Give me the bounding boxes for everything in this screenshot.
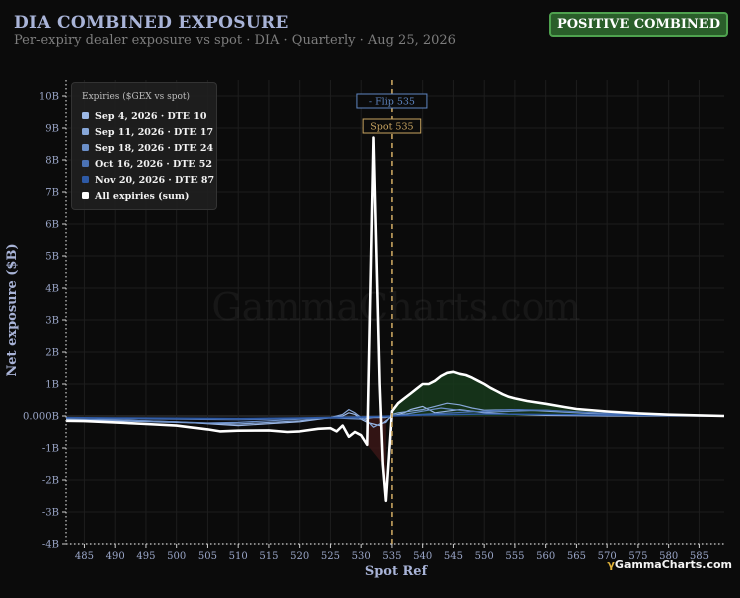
y-tick-label: 9B (45, 124, 59, 135)
y-tick-label: 6B (45, 220, 59, 231)
y-tick-label: 10B (39, 92, 59, 103)
legend-label: Sep 11, 2026 · DTE 17 (95, 127, 214, 138)
watermark: GammaCharts.com (211, 285, 580, 329)
legend-swatch (82, 160, 89, 167)
x-tick-label: 485 (75, 551, 94, 562)
x-tick-label: 520 (290, 551, 309, 562)
y-tick-label: 2B (45, 348, 59, 359)
brand-logo: γGammaCharts.com (607, 558, 732, 571)
x-tick-label: 535 (382, 551, 401, 562)
legend: Expiries ($GEX vs spot) Sep 4, 2026 · DT… (71, 82, 217, 210)
x-tick-label: 540 (413, 551, 432, 562)
y-tick-label: -1B (42, 444, 59, 455)
legend-swatch (82, 192, 89, 199)
x-tick-label: 495 (136, 551, 155, 562)
legend-item-sep11: Sep 11, 2026 · DTE 17 (82, 127, 213, 138)
x-tick-label: 490 (106, 551, 125, 562)
legend-item-sep18: Sep 18, 2026 · DTE 24 (82, 143, 213, 154)
legend-swatch (82, 112, 89, 119)
y-axis-label: Net exposure ($B) (5, 243, 20, 376)
x-tick-label: 530 (352, 551, 371, 562)
legend-label: Oct 16, 2026 · DTE 52 (95, 159, 213, 170)
brand-logo-text: GammaCharts.com (614, 558, 732, 571)
y-tick-label: 7B (45, 188, 59, 199)
x-tick-label: 515 (259, 551, 278, 562)
x-tick-label: 560 (536, 551, 555, 562)
x-tick-label: 550 (475, 551, 494, 562)
spot-label: Spot 535 (370, 122, 413, 133)
x-tick-label: 510 (229, 551, 248, 562)
legend-swatch (82, 144, 89, 151)
y-tick-label: 1B (45, 380, 59, 391)
legend-item-oct16: Oct 16, 2026 · DTE 52 (82, 159, 212, 170)
y-tick-label: -3B (42, 508, 59, 519)
y-tick-label: 3B (45, 316, 59, 327)
legend-label: Sep 4, 2026 · DTE 10 (95, 111, 207, 122)
legend-title: Expiries ($GEX vs spot) (82, 92, 191, 102)
legend-label: Sep 18, 2026 · DTE 24 (95, 143, 214, 154)
y-tick-label: -4B (42, 540, 59, 551)
y-tick-label: 5B (45, 252, 59, 263)
legend-item-sum: All expiries (sum) (82, 191, 189, 202)
x-tick-label: 565 (567, 551, 586, 562)
y-tick-label: 4B (45, 284, 59, 295)
x-tick-label: 555 (505, 551, 524, 562)
y-tick-label: 0.000B (23, 412, 59, 423)
y-tick-label: 8B (45, 156, 59, 167)
gamma-icon: γ (607, 558, 615, 571)
x-tick-label: 500 (167, 551, 186, 562)
legend-swatch (82, 176, 89, 183)
legend-label: Nov 20, 2026 · DTE 87 (95, 175, 215, 186)
x-axis-label: Spot Ref (365, 564, 429, 579)
x-tick-label: 505 (198, 551, 217, 562)
legend-item-nov20: Nov 20, 2026 · DTE 87 (82, 175, 214, 186)
x-tick-label: 525 (321, 551, 340, 562)
legend-swatch (82, 128, 89, 135)
flip-label: - Flip 535 (369, 97, 415, 108)
y-tick-label: -2B (42, 476, 59, 487)
legend-label: All expiries (sum) (95, 191, 190, 202)
x-tick-label: 545 (444, 551, 463, 562)
positive-gamma-fill (391, 371, 724, 416)
legend-item-sep4: Sep 4, 2026 · DTE 10 (82, 111, 207, 122)
